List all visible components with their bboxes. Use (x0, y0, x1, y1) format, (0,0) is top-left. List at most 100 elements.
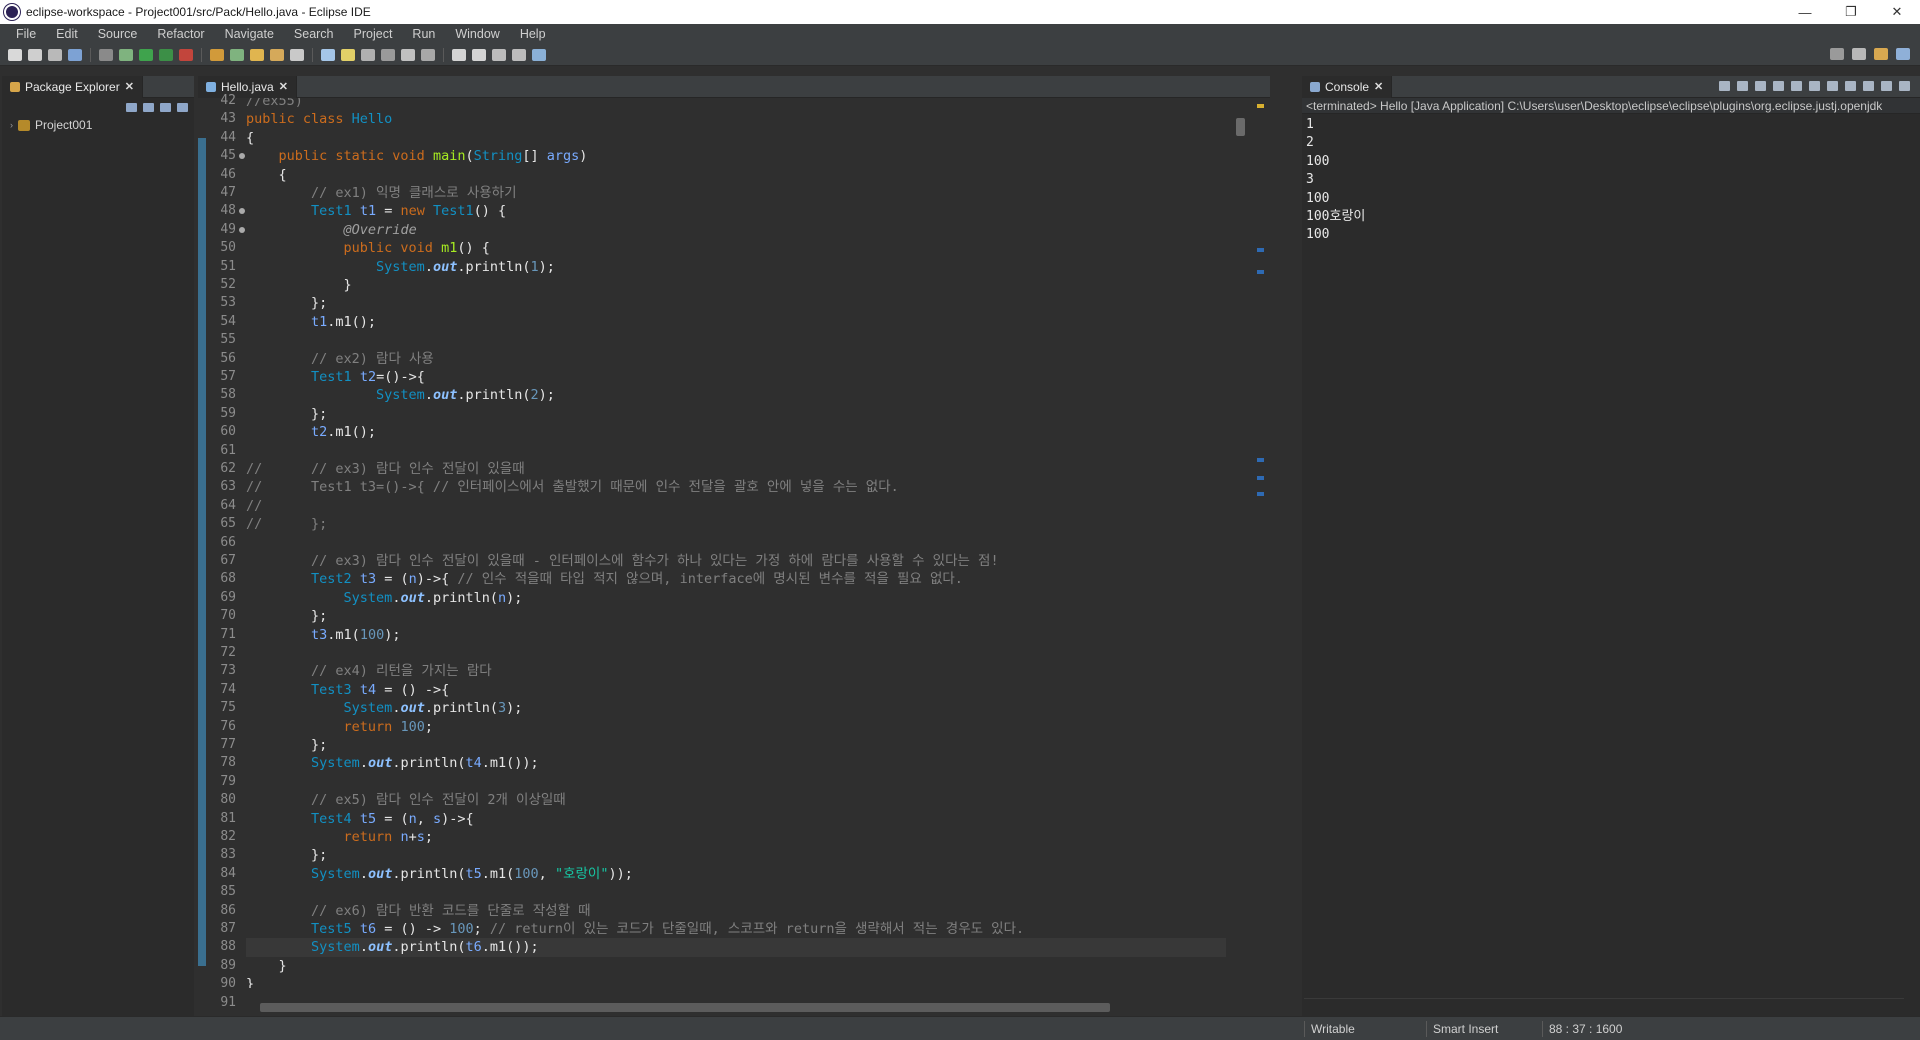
debug-perspective-icon[interactable] (1896, 48, 1910, 60)
menu-help[interactable]: Help (510, 27, 556, 41)
close-window-button[interactable]: ✕ (1874, 0, 1920, 24)
code-line[interactable]: // ex3) 람다 인수 전달이 있을때 - 인터페이스에 함수가 하나 있다… (246, 552, 1246, 570)
terminal-icon[interactable] (68, 48, 82, 61)
code-line[interactable]: System.out.println(t5.m1(100, "호랑이")); (246, 865, 1246, 883)
code-line[interactable] (246, 644, 1246, 662)
code-line[interactable]: System.out.println(n); (246, 589, 1246, 607)
new-java-project-icon[interactable] (210, 48, 224, 61)
code-line[interactable]: // ex5) 람다 인수 전달이 2개 이상일때 (246, 791, 1246, 809)
coverage-icon[interactable] (159, 48, 173, 61)
fold-toggle-icon[interactable] (239, 153, 245, 160)
code-line[interactable]: Test2 t3 = (n)->{ // 인수 적을때 타입 적지 않으며, i… (246, 570, 1246, 588)
code-line[interactable]: { (246, 129, 1246, 147)
code-line[interactable]: // ex6) 람다 반환 코드를 단줄로 작성할 때 (246, 902, 1246, 920)
code-area[interactable]: //ex55) public class Hello{ public static… (246, 98, 1246, 988)
restore-button[interactable]: ❐ (1828, 0, 1874, 24)
forward-icon[interactable] (472, 48, 486, 61)
code-line[interactable]: }; (246, 294, 1246, 312)
code-line[interactable]: t2.m1(); (246, 423, 1246, 441)
code-line[interactable]: // Test1 t3=()->{ // 인터페이스에서 출발했기 때문에 인수… (246, 478, 1246, 496)
remove-launch-icon[interactable] (1737, 81, 1748, 91)
scroll-lock-icon[interactable] (1791, 81, 1802, 91)
search-tool-icon[interactable] (290, 48, 304, 61)
show-whitespace-icon[interactable] (381, 48, 395, 61)
code-line[interactable]: System.out.println(1); (246, 258, 1246, 276)
menu-run[interactable]: Run (402, 27, 445, 41)
code-line[interactable]: // }; (246, 515, 1246, 533)
open-perspective-icon[interactable] (532, 48, 546, 61)
run-icon[interactable] (139, 48, 153, 61)
link-with-editor-icon[interactable] (143, 102, 154, 112)
clear-console-icon[interactable] (1773, 81, 1784, 91)
code-line[interactable]: return n+s; (246, 828, 1246, 846)
word-wrap-icon[interactable] (1809, 81, 1820, 91)
code-line[interactable]: // (246, 497, 1246, 515)
code-line[interactable] (246, 883, 1246, 901)
code-line[interactable]: Test1 t2=()->{ (246, 368, 1246, 386)
fold-toggle-icon[interactable] (239, 226, 245, 233)
java-perspective-icon[interactable] (1874, 48, 1888, 60)
overview-marker[interactable] (1257, 104, 1264, 108)
debug-icon[interactable] (119, 48, 133, 61)
code-line[interactable]: System.out.println(3); (246, 699, 1246, 717)
scroll-thumb[interactable] (260, 1003, 1110, 1012)
code-line[interactable]: System.out.println(t4.m1()); (246, 754, 1246, 772)
save-icon[interactable] (28, 48, 42, 61)
open-console-icon[interactable] (1899, 81, 1910, 91)
remove-all-icon[interactable] (1755, 81, 1766, 91)
back-icon[interactable] (452, 48, 466, 61)
collapse-all-icon[interactable] (126, 102, 137, 112)
scroll-thumb[interactable] (1236, 118, 1245, 136)
code-line[interactable]: } (246, 957, 1246, 975)
menu-file[interactable]: File (6, 27, 46, 41)
perspective-icon[interactable] (1852, 48, 1866, 60)
minimize-button[interactable]: — (1782, 0, 1828, 24)
terminate-icon[interactable] (1719, 81, 1730, 91)
overview-marker[interactable] (1257, 476, 1264, 480)
new-icon[interactable] (8, 48, 22, 61)
show-on-error-icon[interactable] (1845, 81, 1856, 91)
pin-editor-icon[interactable] (512, 48, 526, 61)
code-line[interactable]: }; (246, 607, 1246, 625)
code-line[interactable]: return 100; (246, 718, 1246, 736)
code-line[interactable]: System.out.println(t6.m1()); (246, 938, 1246, 956)
code-line[interactable]: } (246, 276, 1246, 294)
code-line[interactable]: @Override (246, 221, 1246, 239)
console-output[interactable]: 1 2 100 3 100 100호랑이 100 (1302, 114, 1920, 245)
close-icon[interactable]: ✕ (1374, 80, 1383, 93)
show-on-output-icon[interactable] (1827, 81, 1838, 91)
code-line[interactable]: }; (246, 846, 1246, 864)
new-package-icon[interactable] (230, 48, 244, 61)
fold-toggle-icon[interactable] (239, 208, 245, 215)
last-edit-icon[interactable] (492, 48, 506, 61)
open-type-icon[interactable] (270, 48, 284, 61)
console-horizontal-scrollbar[interactable] (1304, 998, 1904, 1012)
overview-marker[interactable] (1257, 458, 1264, 462)
code-line[interactable]: Test4 t5 = (n, s)->{ (246, 810, 1246, 828)
code-line[interactable]: //ex55) (246, 98, 1246, 110)
display-console-icon[interactable] (1881, 81, 1892, 91)
tab-package-explorer[interactable]: Package Explorer ✕ (2, 75, 143, 98)
block-select-icon[interactable] (361, 48, 375, 61)
code-line[interactable]: { (246, 166, 1246, 184)
overview-marker[interactable] (1257, 248, 1264, 252)
overview-marker[interactable] (1257, 270, 1264, 274)
code-line[interactable]: // ex1) 익명 클래스로 사용하기 (246, 184, 1246, 202)
code-line[interactable]: Test5 t6 = () -> 100; // return이 있는 코드가 … (246, 920, 1246, 938)
menu-search[interactable]: Search (284, 27, 344, 41)
code-line[interactable]: }; (246, 736, 1246, 754)
code-line[interactable]: Test3 t4 = () ->{ (246, 681, 1246, 699)
external-tools-icon[interactable] (179, 48, 193, 61)
code-line[interactable] (246, 442, 1246, 460)
menu-edit[interactable]: Edit (46, 27, 88, 41)
next-annotation-icon[interactable] (401, 48, 415, 61)
close-icon[interactable]: ✕ (125, 80, 134, 93)
code-line[interactable] (246, 534, 1246, 552)
code-line[interactable]: Test1 t1 = new Test1() { (246, 202, 1246, 220)
search-icon[interactable] (1830, 48, 1844, 60)
code-line[interactable]: }; (246, 405, 1246, 423)
menu-project[interactable]: Project (344, 27, 403, 41)
overview-marker[interactable] (1257, 492, 1264, 496)
focus-icon[interactable] (160, 102, 171, 112)
code-line[interactable]: // ex2) 람다 사용 (246, 350, 1246, 368)
